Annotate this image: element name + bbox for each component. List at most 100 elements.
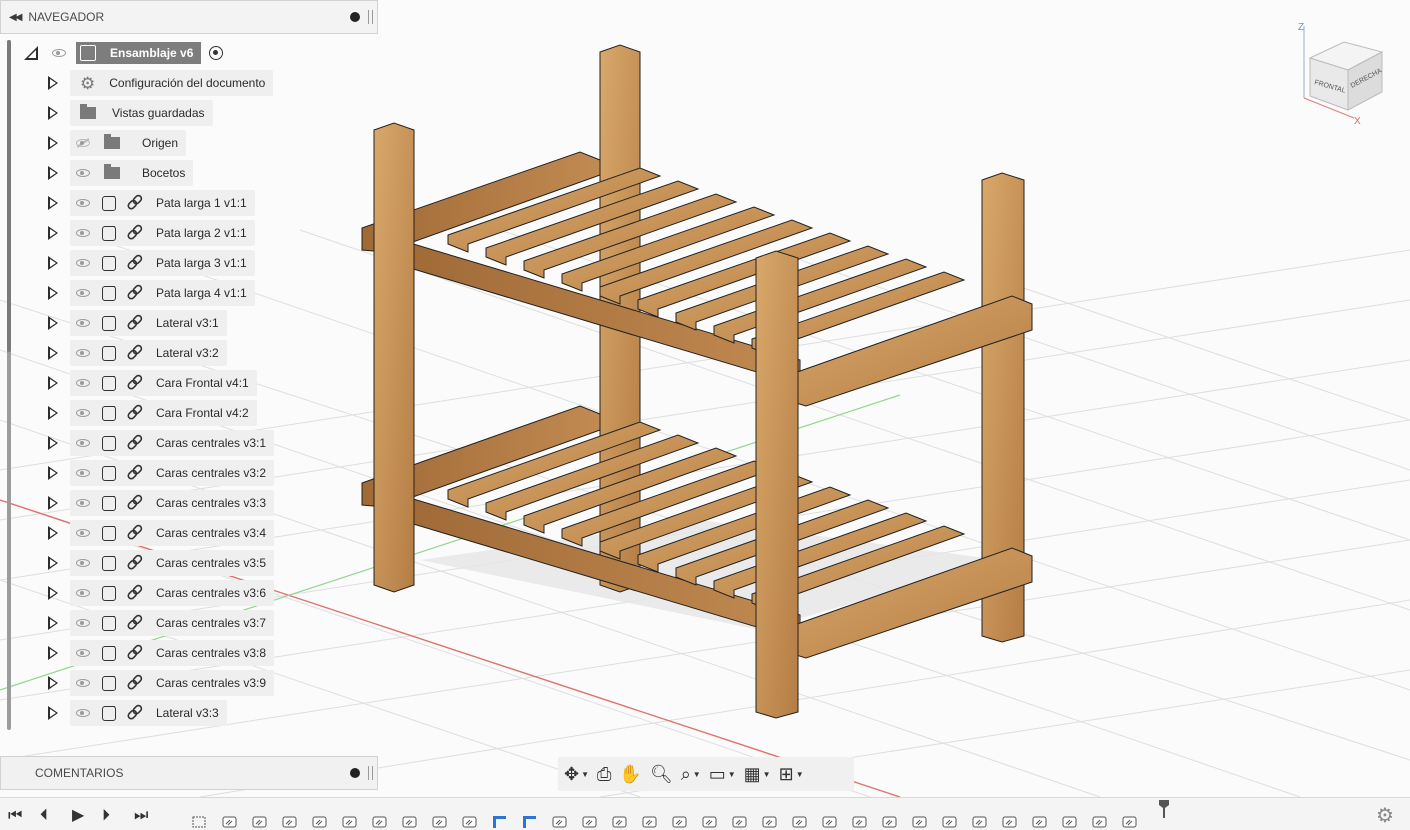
timeline-feature-icon[interactable] (822, 816, 837, 828)
comments-header[interactable]: COMENTARIOS (0, 756, 378, 790)
timeline-feature-icon[interactable] (312, 816, 327, 828)
timeline-feature-icon[interactable] (282, 816, 297, 828)
activate-radio-icon[interactable] (209, 46, 224, 60)
expand-arrow-icon[interactable] (48, 556, 58, 570)
timeline-feature-icon[interactable] (342, 816, 357, 828)
expand-arrow-icon[interactable] (48, 256, 58, 270)
timeline-feature-icon[interactable] (522, 816, 537, 828)
visibility-eye-icon[interactable] (76, 679, 90, 687)
timeline-feature-icon[interactable] (402, 816, 417, 828)
go-to-end-icon[interactable]: ⏭ (134, 808, 148, 824)
browser-tree-item[interactable]: Cara Frontal v4:1 (70, 370, 257, 396)
timeline-feature-icon[interactable] (372, 816, 387, 828)
orbit-icon[interactable]: ✥ ▼ (564, 762, 589, 786)
visibility-eye-icon[interactable] (76, 709, 90, 717)
browser-tree-item[interactable]: Cara Frontal v4:2 (70, 400, 257, 426)
panel-grip-icon[interactable] (368, 10, 373, 24)
visibility-eye-icon[interactable] (76, 259, 90, 267)
timeline-feature-icon[interactable] (1062, 816, 1077, 828)
timeline-feature-icon[interactable] (972, 816, 987, 828)
timeline-feature-icon[interactable] (552, 816, 567, 828)
browser-tree-item[interactable]: Caras centrales v3:9 (70, 670, 275, 696)
visibility-eye-hidden-icon[interactable] (76, 139, 90, 147)
timeline-settings-icon[interactable]: ⚙ (1376, 803, 1394, 828)
go-to-start-icon[interactable]: ⏮ (8, 808, 22, 824)
visibility-eye-icon[interactable] (76, 199, 90, 207)
visibility-eye-icon[interactable] (76, 439, 90, 447)
add-comment-icon[interactable] (350, 768, 360, 778)
visibility-eye-icon[interactable] (76, 499, 90, 507)
browser-scrollbar[interactable] (7, 40, 11, 730)
timeline-feature-icon[interactable] (222, 816, 237, 828)
scrollbar-thumb[interactable] (7, 40, 11, 352)
step-back-icon[interactable]: ⏴ (40, 808, 48, 824)
expand-arrow-icon[interactable] (48, 466, 58, 480)
visibility-eye-icon[interactable] (76, 649, 90, 657)
expand-arrow-icon[interactable] (48, 346, 58, 360)
browser-tree-item[interactable]: Lateral v3:1 (70, 310, 227, 336)
timeline-feature-icon[interactable] (612, 816, 627, 828)
browser-tree-item[interactable]: Lateral v3:2 (70, 340, 227, 366)
browser-tree-item[interactable]: Caras centrales v3:1 (70, 430, 275, 456)
timeline-feature-icon[interactable] (1032, 816, 1047, 828)
expand-arrow-icon[interactable] (48, 496, 58, 510)
visibility-eye-icon[interactable] (76, 229, 90, 237)
expand-arrow-icon[interactable] (48, 106, 58, 120)
root-assembly-node[interactable]: Ensamblaje v6 (46, 40, 224, 66)
timeline-feature-icon[interactable] (462, 816, 477, 828)
expand-arrow-icon[interactable] (48, 376, 58, 390)
browser-tree-item[interactable]: Pata larga 2 v1:1 (70, 220, 255, 246)
visibility-eye-icon[interactable] (76, 529, 90, 537)
timeline-feature-icon[interactable] (852, 816, 867, 828)
expand-arrow-icon[interactable] (48, 706, 58, 720)
step-forward-icon[interactable]: ⏵ (102, 808, 110, 824)
browser-tree-item[interactable]: Caras centrales v3:6 (70, 580, 275, 606)
timeline-marker[interactable] (1159, 800, 1169, 818)
browser-header[interactable]: ◀◀ NAVEGADOR (0, 0, 378, 34)
expand-arrow-icon[interactable] (48, 286, 58, 300)
expand-arrow-icon[interactable] (48, 316, 58, 330)
timeline-feature-icon[interactable] (912, 816, 927, 828)
timeline-feature-icon[interactable] (792, 816, 807, 828)
expand-arrow-icon[interactable] (48, 136, 58, 150)
look-at-icon[interactable]: ⎙ (597, 762, 611, 786)
visibility-eye-icon[interactable] (76, 619, 90, 627)
browser-tree-item[interactable]: Vistas guardadas (70, 100, 213, 126)
timeline-feature-icon[interactable] (762, 816, 777, 828)
browser-tree-item[interactable]: Origen (70, 130, 187, 156)
play-icon[interactable]: ▶ (72, 808, 84, 824)
expand-arrow-icon[interactable] (48, 646, 58, 660)
visibility-eye-icon[interactable] (52, 49, 66, 57)
expand-arrow-icon[interactable] (48, 676, 58, 690)
visibility-eye-icon[interactable] (76, 169, 90, 177)
viewcube[interactable]: Z X FRONTAL DERECHA (1292, 18, 1392, 128)
browser-tree-item[interactable]: Caras centrales v3:5 (70, 550, 275, 576)
browser-tree-item[interactable]: Caras centrales v3:4 (70, 520, 275, 546)
expand-arrow-icon[interactable] (48, 436, 58, 450)
timeline-feature-icon[interactable] (492, 816, 507, 828)
comments-grip-icon[interactable] (368, 766, 373, 780)
visibility-eye-icon[interactable] (76, 559, 90, 567)
browser-tree-item[interactable]: ⚙ Configuración del documento (70, 70, 274, 96)
pan-icon[interactable]: ✋ (619, 762, 641, 786)
timeline-feature-icon[interactable] (702, 816, 717, 828)
browser-tree-item[interactable]: Caras centrales v3:8 (70, 640, 275, 666)
grid-icon[interactable]: ▦ ▼ (744, 762, 771, 786)
timeline-feature-icon[interactable] (942, 816, 957, 828)
timeline-feature-icon[interactable] (252, 816, 267, 828)
expand-arrow-icon[interactable] (48, 406, 58, 420)
collapse-panel-icon[interactable]: ◀◀ (9, 12, 22, 23)
timeline-feature-icon[interactable] (642, 816, 657, 828)
browser-tree-item[interactable]: Lateral v3:3 (70, 700, 227, 726)
pin-panel-icon[interactable] (350, 12, 360, 22)
visibility-eye-icon[interactable] (76, 409, 90, 417)
timeline-feature-icon[interactable] (432, 816, 447, 828)
browser-tree-item[interactable]: Caras centrales v3:3 (70, 490, 275, 516)
expand-arrow-icon[interactable] (48, 76, 58, 90)
expand-arrow-icon[interactable] (48, 226, 58, 240)
expand-root-icon[interactable] (24, 46, 38, 60)
browser-tree-item[interactable]: Caras centrales v3:2 (70, 460, 275, 486)
timeline-feature-icon[interactable] (672, 816, 687, 828)
expand-arrow-icon[interactable] (48, 526, 58, 540)
visibility-eye-icon[interactable] (76, 289, 90, 297)
